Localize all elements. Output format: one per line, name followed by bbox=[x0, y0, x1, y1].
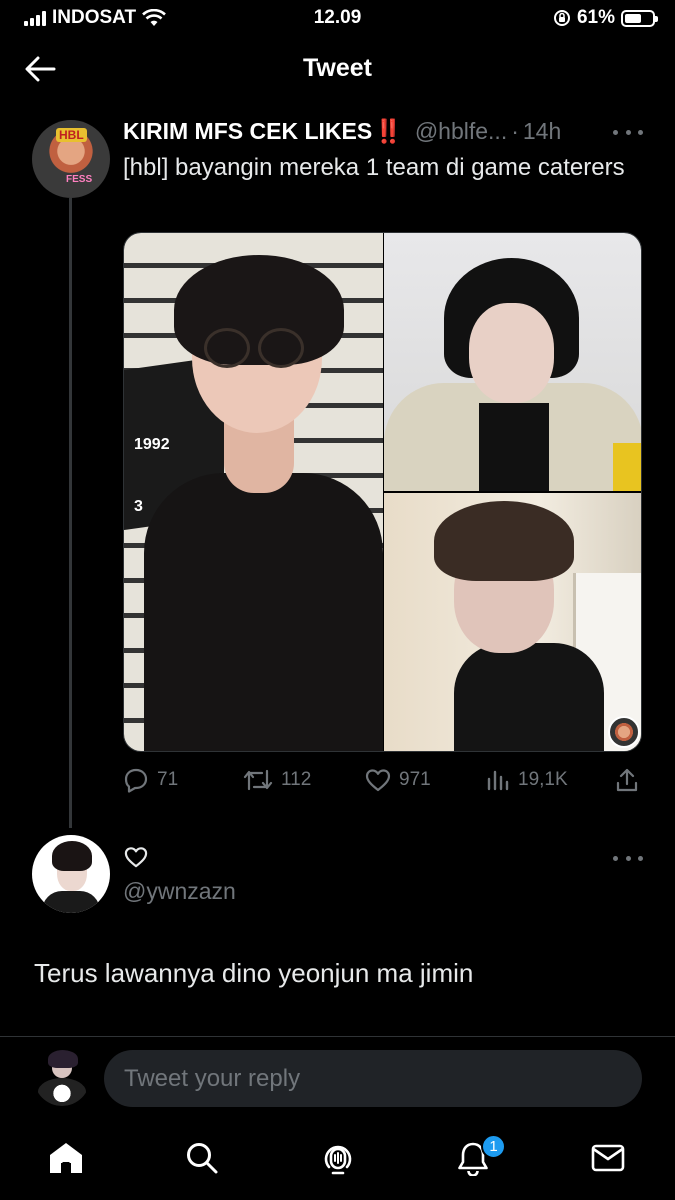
tweet-action-bar: 71 112 971 19,1K bbox=[123, 762, 643, 798]
reply-author-avatar[interactable] bbox=[32, 835, 110, 913]
reply-avatar-suit bbox=[42, 891, 100, 913]
more-dot-icon bbox=[625, 855, 631, 861]
tab-search[interactable] bbox=[182, 1138, 222, 1178]
notification-badge: 1 bbox=[481, 1134, 506, 1159]
author-name[interactable]: KIRIM MFS CEK LIKES bbox=[123, 118, 372, 145]
reply-avatar-hair bbox=[52, 841, 92, 871]
media-photo-2[interactable] bbox=[384, 233, 641, 491]
reply-text: Terus lawannya dino yeonjun ma jimin bbox=[34, 958, 474, 988]
reply-icon bbox=[124, 768, 148, 793]
battery-percent: 61% bbox=[576, 7, 615, 28]
more-dot-icon bbox=[613, 855, 618, 861]
avatar-badge-text-2: FESS bbox=[66, 174, 93, 185]
tweet-time[interactable]: 14h bbox=[523, 118, 561, 145]
battery-icon bbox=[621, 9, 658, 27]
heart-icon bbox=[365, 769, 391, 792]
views-bar-chart-icon bbox=[487, 770, 509, 791]
reply-input[interactable] bbox=[104, 1050, 642, 1107]
tweet-text: [hbl] bayangin mereka 1 team di game cat… bbox=[123, 154, 625, 181]
status-right: 61% bbox=[553, 7, 658, 29]
tweet-header: KIRIM MFS CEK LIKES ‼️ @hblfe... · 14h bbox=[123, 118, 653, 145]
more-dot-icon bbox=[638, 855, 643, 861]
page-title: Tweet bbox=[303, 54, 372, 82]
retweet-count: 112 bbox=[281, 769, 312, 790]
share-button[interactable] bbox=[615, 762, 639, 798]
media-photo-1[interactable]: 1992 3 bbox=[124, 233, 383, 751]
search-icon bbox=[187, 1143, 218, 1174]
more-dot-icon bbox=[613, 129, 618, 135]
mugshot-sign-text: 1992 bbox=[134, 436, 170, 454]
tweet-media-grid[interactable]: 1992 3 bbox=[123, 232, 642, 752]
mail-icon bbox=[591, 1144, 625, 1172]
orientation-lock-icon bbox=[553, 10, 570, 26]
mugshot-sign-text-2: 3 bbox=[134, 497, 143, 515]
photo-3-hair bbox=[434, 501, 574, 581]
battery-fill bbox=[625, 13, 641, 23]
like-button[interactable]: 971 bbox=[365, 762, 431, 798]
separator-dot: · bbox=[511, 118, 519, 144]
photo-2-face bbox=[469, 303, 554, 403]
like-count: 971 bbox=[399, 769, 431, 790]
reply-author-heart-name[interactable] bbox=[124, 846, 148, 870]
photo-2-shirt bbox=[479, 403, 549, 491]
views-count: 19,1K bbox=[518, 769, 568, 790]
my-avatar[interactable] bbox=[34, 1050, 90, 1106]
tab-messages[interactable] bbox=[588, 1138, 628, 1178]
heart-icon bbox=[124, 847, 148, 868]
thread-connector-line bbox=[69, 198, 72, 828]
glasses-left bbox=[204, 328, 250, 368]
media-watermark-avatar bbox=[608, 716, 640, 748]
author-emoji: ‼️ bbox=[374, 118, 403, 144]
media-photo-3[interactable] bbox=[384, 493, 641, 751]
more-dot-icon bbox=[625, 129, 631, 135]
tab-home[interactable] bbox=[46, 1138, 86, 1178]
tab-spaces[interactable] bbox=[318, 1138, 358, 1178]
photo-3-shirt bbox=[454, 643, 604, 751]
composer-divider bbox=[0, 1036, 675, 1037]
retweet-icon bbox=[243, 769, 273, 791]
photo-2-yellow-object bbox=[613, 443, 641, 491]
avatar-badge-text: HBL bbox=[56, 128, 87, 142]
retweet-button[interactable]: 112 bbox=[243, 762, 311, 798]
author-handle[interactable]: @hblfe... bbox=[415, 118, 507, 145]
status-bar: INDOSAT 12.09 61% bbox=[0, 0, 675, 36]
spaces-microphone-icon bbox=[324, 1145, 352, 1175]
author-avatar[interactable]: HBL FESS bbox=[32, 120, 110, 198]
reply-count: 71 bbox=[157, 769, 179, 790]
glasses-right bbox=[258, 328, 304, 368]
my-avatar-character bbox=[38, 1078, 86, 1106]
tweet-more-button[interactable] bbox=[613, 120, 643, 144]
bottom-tab-bar bbox=[0, 1130, 675, 1190]
reply-button[interactable]: 71 bbox=[123, 762, 178, 798]
my-avatar-hair bbox=[48, 1050, 78, 1068]
reply-author-handle[interactable]: @ywnzazn bbox=[123, 878, 236, 905]
more-dot-icon bbox=[638, 129, 643, 135]
share-icon bbox=[616, 768, 638, 792]
views-button[interactable]: 19,1K bbox=[486, 762, 568, 798]
reply-more-button[interactable] bbox=[613, 846, 643, 870]
photo-1-shirt bbox=[144, 473, 383, 751]
home-icon bbox=[50, 1143, 82, 1173]
nav-header: Tweet bbox=[0, 38, 675, 100]
